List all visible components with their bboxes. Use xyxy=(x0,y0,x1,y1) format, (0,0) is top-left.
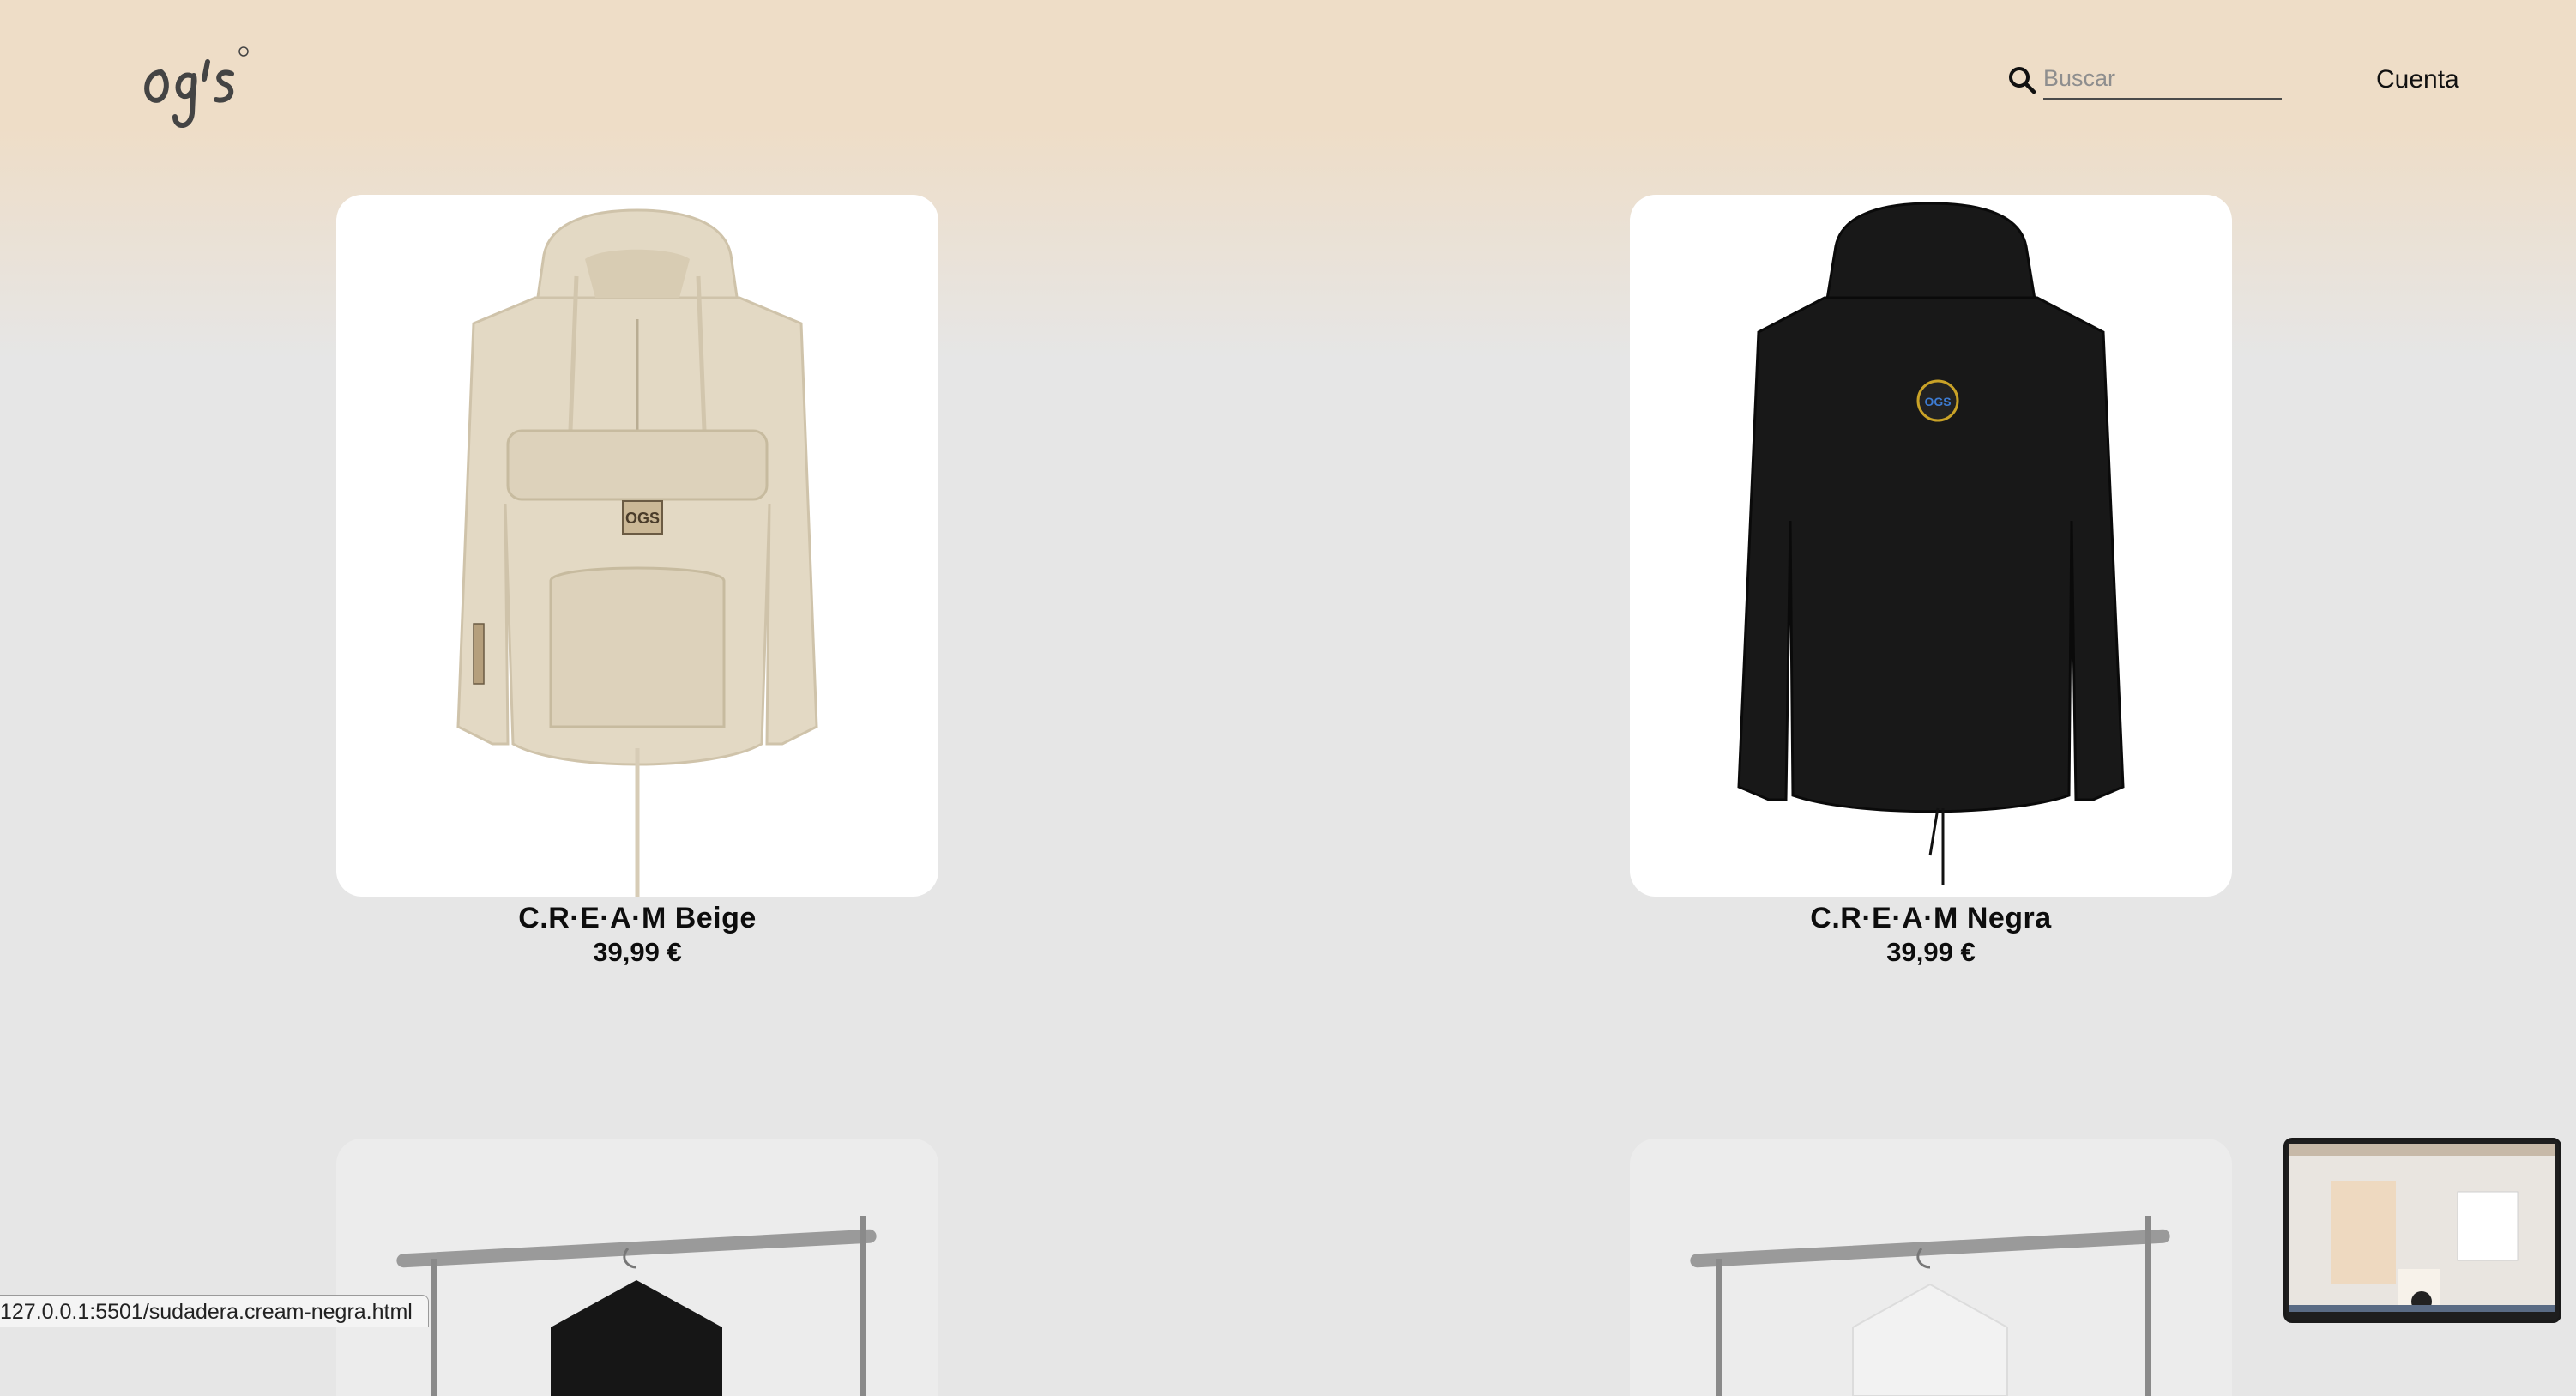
status-bar-url: 127.0.0.1:5501/sudadera.cream-negra.html xyxy=(0,1295,429,1327)
product-name[interactable]: C.R·E·A·M Beige xyxy=(336,902,938,935)
product-card[interactable]: OGS C.R·E·A·M Negra 39,99 € xyxy=(1630,195,2232,968)
product-name[interactable]: C.R·E·A·M Negra xyxy=(1630,902,2232,935)
clothing-rack-image xyxy=(1690,1216,2170,1396)
ogs-logo-icon xyxy=(144,46,249,128)
product-image[interactable]: OGS xyxy=(336,195,938,897)
svg-text:OGS: OGS xyxy=(625,510,660,527)
search-icon[interactable] xyxy=(2007,65,2036,94)
hoodie-black-image: OGS xyxy=(1737,202,2125,885)
product-image[interactable] xyxy=(336,1139,938,1396)
search-input[interactable] xyxy=(2043,60,2282,100)
ogs-logo[interactable] xyxy=(137,39,254,134)
search-bar xyxy=(2007,60,2283,100)
product-price: 39,99 € xyxy=(1886,937,1976,967)
product-card[interactable]: OGS C.R·E·A·M Beige 39,99 € xyxy=(336,195,938,968)
hoodie-beige-image: OGS xyxy=(456,208,818,897)
site-header: Cuenta xyxy=(0,0,2576,172)
account-link[interactable]: Cuenta xyxy=(2376,65,2459,94)
product-image[interactable] xyxy=(1630,1139,2232,1396)
svg-text:OGS: OGS xyxy=(1924,395,1951,408)
screen-preview-thumbnail[interactable] xyxy=(2283,1138,2561,1323)
screen-preview-image xyxy=(2289,1144,2555,1312)
product-image[interactable]: OGS xyxy=(1630,195,2232,897)
product-price: 39,99 € xyxy=(593,937,682,967)
clothing-rack-image xyxy=(396,1216,877,1396)
